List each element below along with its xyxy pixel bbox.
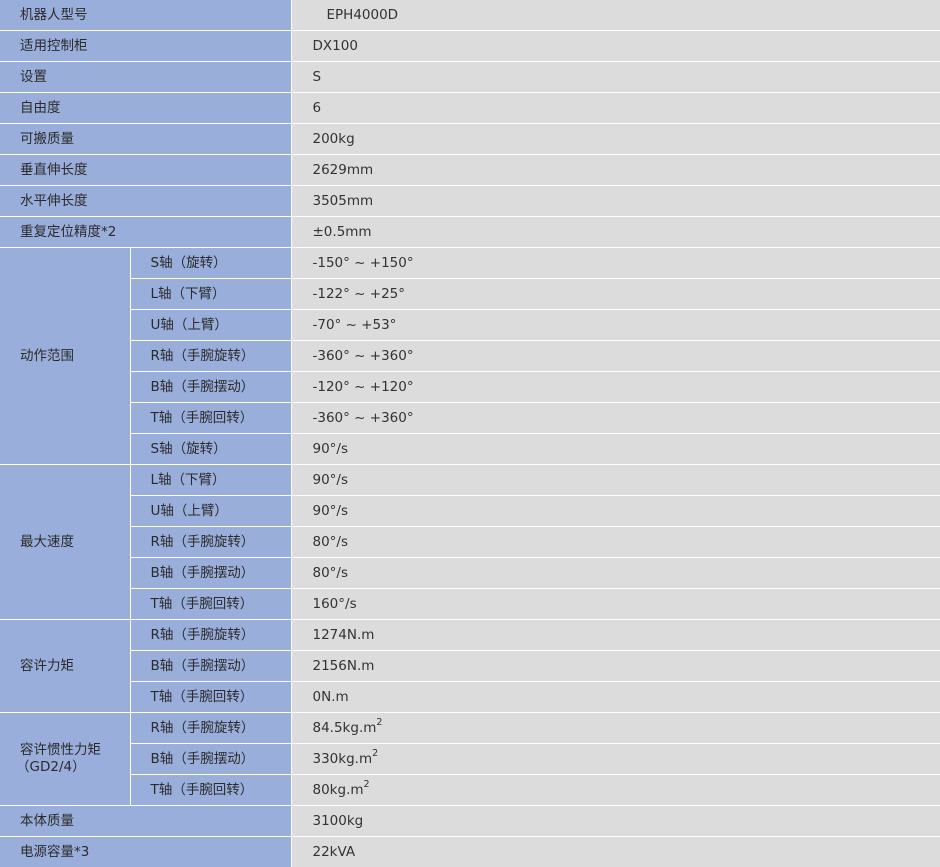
table-row: B轴（手腕摆动） 330kg.m2 <box>0 743 940 775</box>
spec-label-payload: 可搬质量 <box>0 123 292 155</box>
axis-value: 80kg.m <box>312 781 364 798</box>
axis-label: U轴（上臂） <box>130 309 292 341</box>
spec-label-setting: 设置 <box>0 61 292 93</box>
spec-value-dof: 6 <box>291 92 940 124</box>
table-row: 重复定位精度*2 ±0.5mm <box>0 216 940 248</box>
axis-value: 80°/s <box>291 557 940 589</box>
axis-value: -360° ~ +360° <box>291 340 940 372</box>
axis-value: -360° ~ +360° <box>291 402 940 434</box>
table-row: T轴（手腕回转） 160°/s <box>0 588 940 620</box>
table-row: S轴（旋转） 90°/s <box>0 433 940 465</box>
table-row: 可搬质量 200kg <box>0 123 940 155</box>
spec-value-power-capacity: 22kVA <box>291 836 940 867</box>
spec-label-repeatability: 重复定位精度*2 <box>0 216 292 248</box>
spec-group-allowable-inertia: 容许惯性力矩 （GD2/4） <box>0 712 131 806</box>
table-row: T轴（手腕回转） 80kg.m2 <box>0 774 940 806</box>
axis-value: 84.5kg.m <box>312 719 377 736</box>
spec-label-model: 机器人型号 <box>0 0 292 31</box>
spec-value-repeatability: ±0.5mm <box>291 216 940 248</box>
table-row: 自由度 6 <box>0 92 940 124</box>
spec-group-max-speed: 最大速度 <box>0 464 131 620</box>
axis-label: T轴（手腕回转） <box>130 402 292 434</box>
axis-value: 90°/s <box>291 464 940 496</box>
axis-value: 90°/s <box>291 433 940 465</box>
group-label-line1: 容许惯性力矩 <box>20 742 101 759</box>
axis-label: T轴（手腕回转） <box>130 681 292 713</box>
group-label-line2: （GD2/4） <box>16 759 86 775</box>
table-row: 本体质量 3100kg <box>0 805 940 837</box>
table-row: L轴（下臂） -122° ~ +25° <box>0 278 940 310</box>
axis-value-cell: 330kg.m2 <box>291 743 940 775</box>
axis-value-cell: 80kg.m2 <box>291 774 940 806</box>
axis-value: -70° ~ +53° <box>291 309 940 341</box>
spec-table: 机器人型号 EPH4000D 适用控制柜 DX100 设置 S 自由度 6 可搬… <box>0 0 940 867</box>
spec-value-payload: 200kg <box>291 123 940 155</box>
table-row: 电源容量*3 22kVA <box>0 836 940 867</box>
spec-label-dof: 自由度 <box>0 92 292 124</box>
table-row: R轴（手腕旋转） 80°/s <box>0 526 940 558</box>
axis-value: -122° ~ +25° <box>291 278 940 310</box>
table-row: U轴（上臂） 90°/s <box>0 495 940 527</box>
table-row: B轴（手腕摆动） 80°/s <box>0 557 940 589</box>
table-row: U轴（上臂） -70° ~ +53° <box>0 309 940 341</box>
spec-value-model: EPH4000D <box>291 0 940 31</box>
table-row: T轴（手腕回转） -360° ~ +360° <box>0 402 940 434</box>
spec-group-allowable-torque: 容许力矩 <box>0 619 131 713</box>
spec-value-body-mass: 3100kg <box>291 805 940 837</box>
axis-value: -150° ~ +150° <box>291 247 940 279</box>
table-row: 水平伸长度 3505mm <box>0 185 940 217</box>
table-row: 最大速度 L轴（下臂） 90°/s <box>0 464 940 620</box>
table-row: 容许惯性力矩 （GD2/4） R轴（手腕旋转） 84.5kg.m2 <box>0 712 940 806</box>
axis-label: R轴（手腕旋转） <box>130 619 292 651</box>
axis-label: T轴（手腕回转） <box>130 588 292 620</box>
axis-label: S轴（旋转） <box>130 247 292 279</box>
axis-value: 2156N.m <box>291 650 940 682</box>
axis-value: 90°/s <box>291 495 940 527</box>
table-row: T轴（手腕回转） 0N.m <box>0 681 940 713</box>
axis-value: 1274N.m <box>291 619 940 651</box>
superscript: 2 <box>376 717 383 729</box>
table-row: 适用控制柜 DX100 <box>0 30 940 62</box>
axis-label: B轴（手腕摆动） <box>130 743 292 775</box>
spec-label-horizontal-reach: 水平伸长度 <box>0 185 292 217</box>
spec-value-setting: S <box>291 61 940 93</box>
table-row: 容许力矩 R轴（手腕旋转） 1274N.m <box>0 619 940 713</box>
table-row: 设置 S <box>0 61 940 93</box>
axis-label: B轴（手腕摆动） <box>130 371 292 403</box>
spec-label-power-capacity: 电源容量*3 <box>0 836 292 867</box>
table-row: B轴（手腕摆动） -120° ~ +120° <box>0 371 940 403</box>
axis-label: L轴（下臂） <box>130 464 292 496</box>
axis-label: R轴（手腕旋转） <box>130 712 292 744</box>
spec-value-horizontal-reach: 3505mm <box>291 185 940 217</box>
axis-value: 330kg.m <box>312 750 373 767</box>
spec-value-controller: DX100 <box>291 30 940 62</box>
axis-value-cell: 84.5kg.m2 <box>291 712 940 744</box>
axis-label: R轴（手腕旋转） <box>130 340 292 372</box>
axis-label: R轴（手腕旋转） <box>130 526 292 558</box>
table-row: 垂直伸长度 2629mm <box>0 154 940 186</box>
table-row: 动作范围 S轴（旋转） -150° ~ +150° <box>0 247 940 465</box>
superscript: 2 <box>363 779 370 791</box>
superscript: 2 <box>372 748 379 760</box>
axis-label: T轴（手腕回转） <box>130 774 292 806</box>
axis-value: 80°/s <box>291 526 940 558</box>
axis-value: 0N.m <box>291 681 940 713</box>
axis-value: 160°/s <box>291 588 940 620</box>
axis-label: B轴（手腕摆动） <box>130 650 292 682</box>
spec-group-motion-range: 动作范围 <box>0 247 131 465</box>
axis-label: S轴（旋转） <box>130 433 292 465</box>
spec-value-vertical-reach: 2629mm <box>291 154 940 186</box>
spec-label-controller: 适用控制柜 <box>0 30 292 62</box>
axis-label: U轴（上臂） <box>130 495 292 527</box>
table-row: 机器人型号 EPH4000D <box>0 0 940 31</box>
spec-label-vertical-reach: 垂直伸长度 <box>0 154 292 186</box>
table-row: R轴（手腕旋转） -360° ~ +360° <box>0 340 940 372</box>
axis-label: L轴（下臂） <box>130 278 292 310</box>
table-row: B轴（手腕摆动） 2156N.m <box>0 650 940 682</box>
axis-label: B轴（手腕摆动） <box>130 557 292 589</box>
spec-label-body-mass: 本体质量 <box>0 805 292 837</box>
axis-value: -120° ~ +120° <box>291 371 940 403</box>
